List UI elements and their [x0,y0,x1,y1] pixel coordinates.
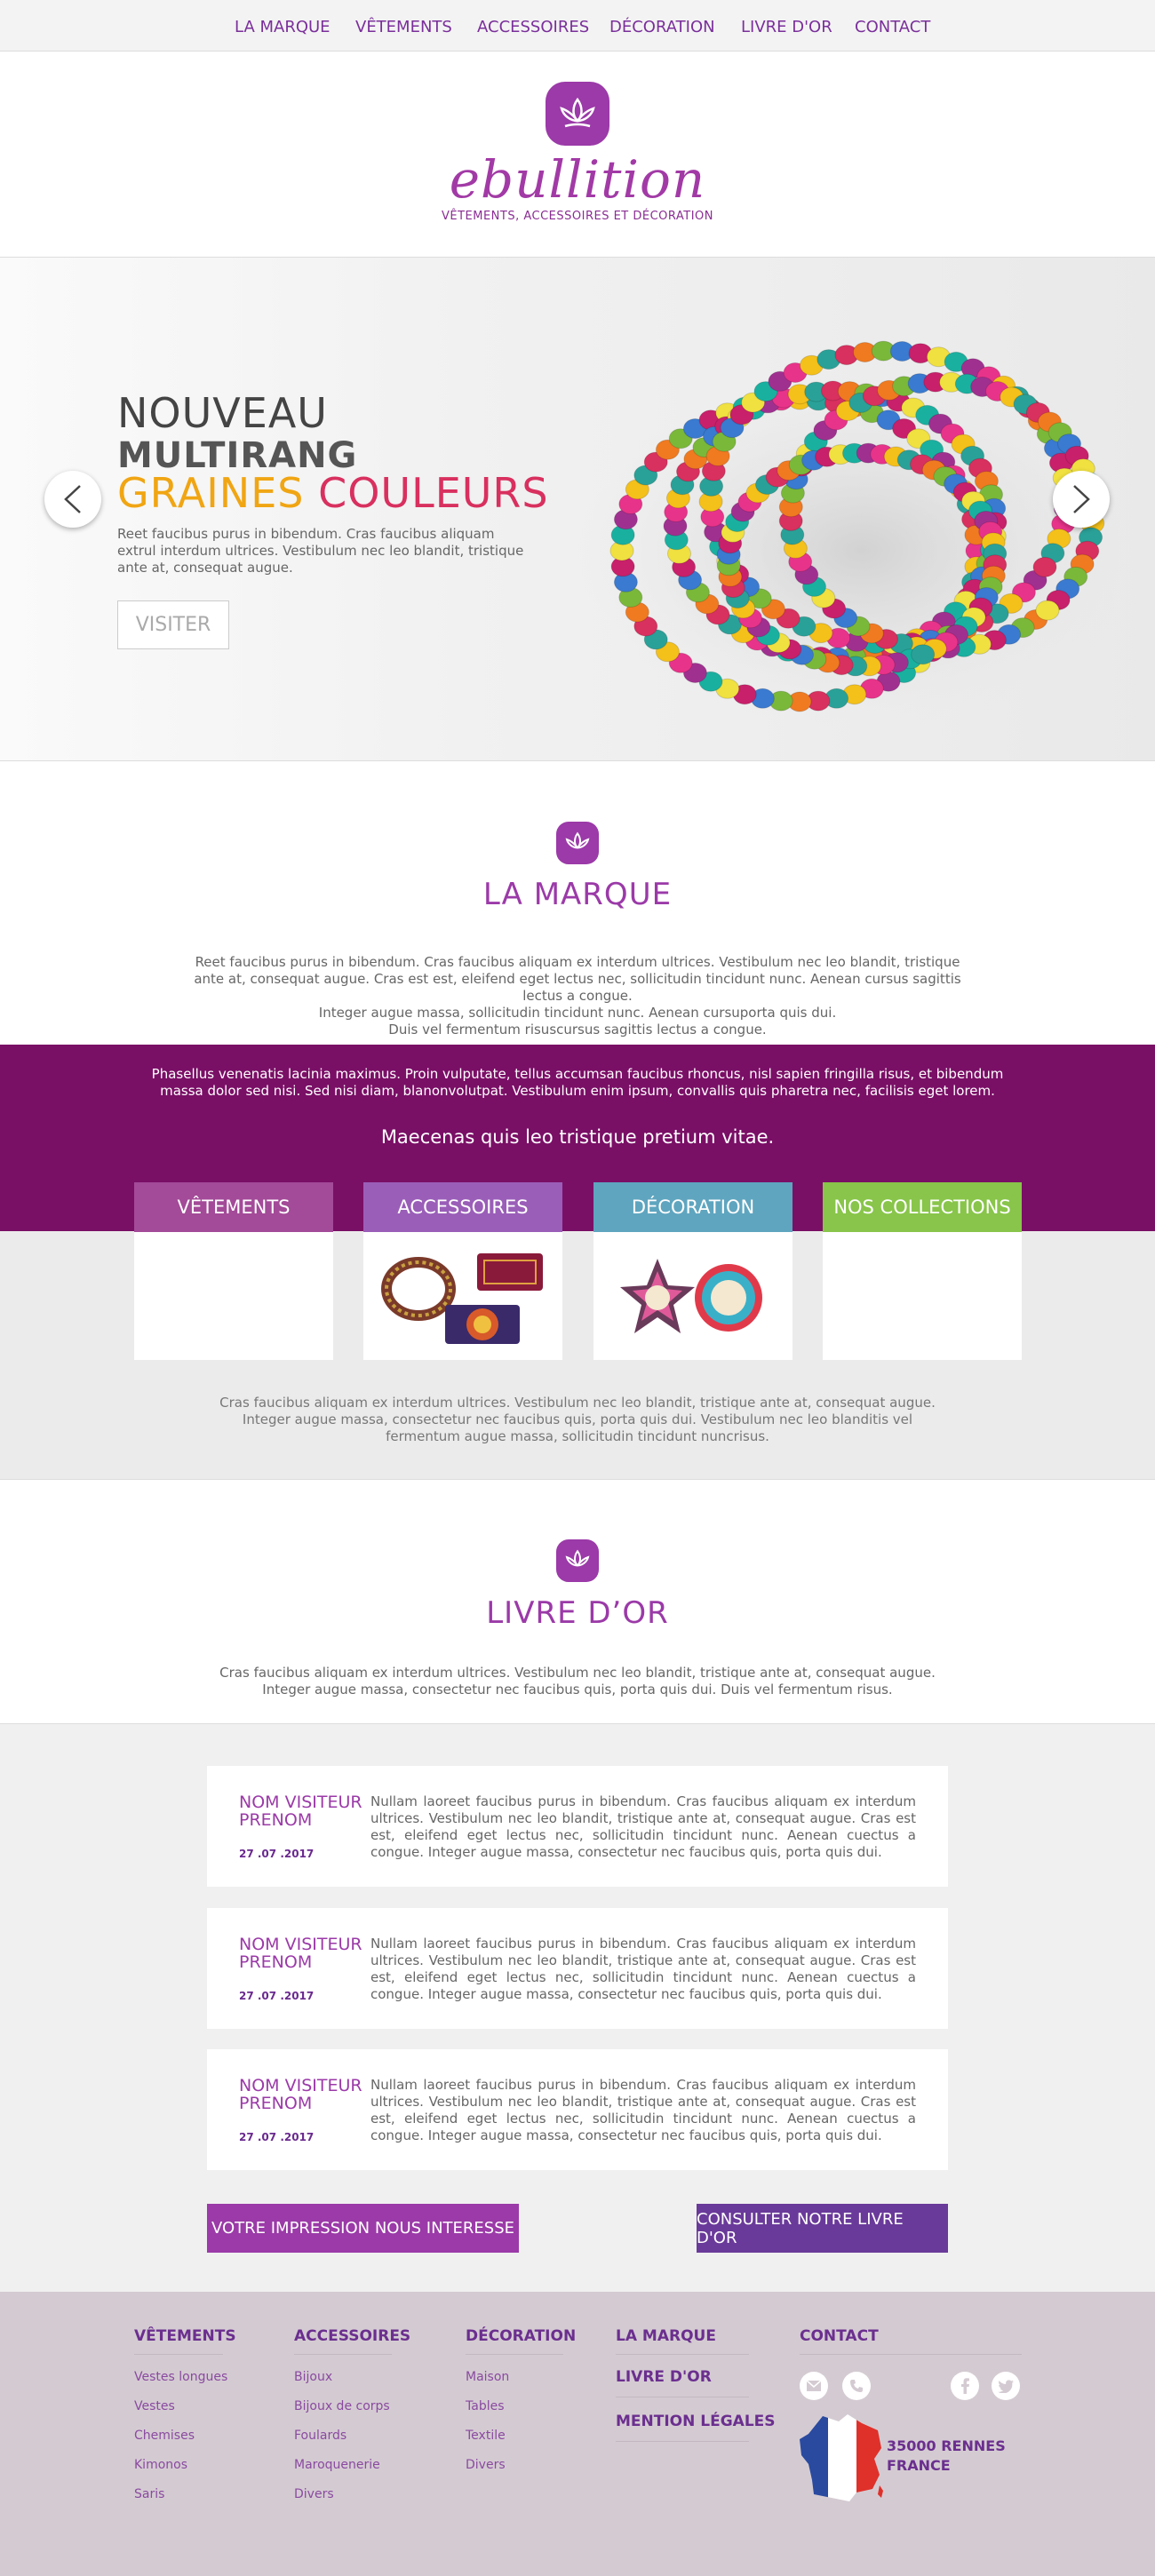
facebook-icon[interactable] [951,2372,979,2400]
bead [1032,556,1057,577]
nav-item-accessoires[interactable]: ACCESSOIRES [477,18,589,36]
la-marque-text-2: Integer augue massa, sollicitudin tincid… [318,1005,837,1021]
category-label-accessoires[interactable]: ACCESSOIRES [363,1182,562,1232]
bead [911,644,936,665]
top-navigation: LA MARQUE VÊTEMENTS ACCESSOIRES DÉCORATI… [0,0,1155,52]
nav-item-vetements[interactable]: VÊTEMENTS [355,18,452,36]
entry-date: 27 .07 .2017 [239,1990,315,2002]
hero-title-graines-couleurs: GRAINES COULEURS [117,469,549,517]
footer-link-livre-dor[interactable]: LIVRE D'OR [616,2368,712,2386]
footer-divider [616,2441,749,2442]
guestbook-entry: NOM VISITEUR PRENOM 27 .07 .2017 Nullam … [207,2049,948,2170]
prev-slide-button[interactable] [44,471,101,528]
entry-date: 27 .07 .2017 [239,1848,315,1860]
footer-divider [294,2354,392,2355]
bead [1035,600,1060,621]
hero-title-couleurs: COULEURS [318,469,549,517]
footer-link[interactable]: Maison [466,2370,509,2384]
next-slide-button[interactable] [1053,471,1110,528]
hero-slider: NOUVEAU MULTIRANG GRAINES COULEURS Reet … [0,258,1155,761]
entry-date: 27 .07 .2017 [239,2131,315,2143]
chevron-left-icon [64,485,81,513]
footer-link[interactable]: Kimonos [134,2458,187,2472]
visitor-name: NOM VISITEUR PRENOM [239,2076,362,2113]
brand-name[interactable]: ebullition [0,149,1155,210]
nav-item-livre-dor[interactable]: LIVRE D'OR [741,18,832,36]
visitor-name: NOM VISITEUR PRENOM [239,1935,362,1972]
footer-link[interactable]: Foulards [294,2429,346,2443]
visit-button[interactable]: VISITER [117,600,229,649]
brand-tagline: VÊTEMENTS, ACCESSOIRES ET DÉCORATION [441,210,714,223]
collections-subtitle: Maecenas quis leo tristique pretium vita… [380,1126,775,1148]
footer-heading-accessoires[interactable]: ACCESSOIRES [294,2327,410,2345]
lotus-logo-icon[interactable] [546,82,609,146]
footer-link[interactable]: Tables [466,2399,505,2413]
hero-description: Reet faucibus purus in bibendum. Cras fa… [117,526,524,576]
footer-link[interactable]: Maroquenerie [294,2458,380,2472]
footer-divider [466,2354,563,2355]
collections-text: Cras faucibus aliquam ex interdum ultric… [219,1395,936,1444]
la-marque-text-3: Duis vel fermentum risuscursus sagittis … [388,1022,767,1038]
footer-link[interactable]: Divers [294,2487,334,2501]
footer-heading-vetements[interactable]: VÊTEMENTS [134,2327,236,2345]
footer-divider [616,2354,749,2355]
site-footer: VÊTEMENTS Vestes longues Vestes Chemises… [0,2292,1155,2576]
footer-heading-decoration[interactable]: DÉCORATION [466,2327,576,2345]
entry-text: Nullam laoreet faucibus purus in bibendu… [370,1936,916,2002]
footer-link[interactable]: Chemises [134,2429,195,2443]
category-card-decoration[interactable]: DÉCORATION [593,1182,793,1360]
site-header: ebullition VÊTEMENTS, ACCESSOIRES ET DÉC… [0,52,1155,258]
contact-country: FRANCE [887,2457,951,2474]
footer-divider [800,2354,1022,2355]
collections-intro: Phasellus venenatis lacinia maximus. Pro… [151,1066,1004,1099]
footer-link[interactable]: Divers [466,2458,506,2472]
accessories-image [381,1253,543,1344]
category-card-nos-collections[interactable]: NOS COLLECTIONS [823,1182,1022,1360]
category-label-nos-collections[interactable]: NOS COLLECTIONS [823,1182,1022,1232]
view-guestbook-button[interactable]: CONSULTER NOTRE LIVRE D'OR [697,2204,948,2253]
hero-title-graines: GRAINES [117,469,305,517]
la-marque-text-1: Reet faucibus purus in bibendum. Cras fa… [194,954,961,1004]
entry-text: Nullam laoreet faucibus purus in bibendu… [370,2077,916,2143]
lotus-section-icon [556,822,599,864]
footer-link[interactable]: Bijoux [294,2370,332,2384]
entry-text: Nullam laoreet faucibus purus in bibendu… [370,1793,916,1860]
footer-link[interactable]: Vestes [134,2399,175,2413]
twitter-icon[interactable] [992,2372,1020,2400]
livre-dor-title: LIVRE D’OR [486,1595,669,1631]
footer-link[interactable]: Vestes longues [134,2370,227,2384]
phone-icon[interactable] [842,2372,871,2400]
chevron-right-icon [1073,485,1090,513]
visitor-name: NOM VISITEUR PRENOM [239,1793,362,1830]
mail-icon[interactable] [800,2372,828,2400]
footer-heading-contact[interactable]: CONTACT [800,2327,879,2345]
nav-item-la-marque[interactable]: LA MARQUE [235,18,331,36]
footer-link[interactable]: Saris [134,2487,164,2501]
la-marque-paragraph: Reet faucibus purus in bibendum. Cras fa… [187,954,968,1038]
footer-divider [134,2354,223,2355]
category-card-accessoires[interactable]: ACCESSOIRES [363,1182,562,1360]
footer-link-mentions-legales[interactable]: MENTION LÉGALES [616,2413,776,2430]
la-marque-title: LA MARQUE [482,877,673,912]
category-label-vetements[interactable]: VÊTEMENTS [134,1182,333,1232]
nav-item-contact[interactable]: CONTACT [855,18,930,36]
guestbook-entry: NOM VISITEUR PRENOM 27 .07 .2017 Nullam … [207,1908,948,2029]
decoration-image [620,1259,762,1333]
france-map-icon [800,2414,883,2501]
contact-city: 35000 RENNES [887,2437,1006,2454]
category-label-decoration[interactable]: DÉCORATION [593,1182,793,1232]
footer-link[interactable]: Textile [466,2429,506,2443]
category-card-vetements[interactable]: VÊTEMENTS [134,1182,333,1360]
write-review-button[interactable]: VOTRE IMPRESSION NOUS INTERESSE [207,2204,519,2253]
footer-link[interactable]: Bijoux de corps [294,2399,390,2413]
hero-title-nouveau: NOUVEAU [117,389,328,437]
nav-item-decoration[interactable]: DÉCORATION [609,18,715,36]
footer-link-la-marque[interactable]: LA MARQUE [616,2327,716,2345]
guestbook-entry: NOM VISITEUR PRENOM 27 .07 .2017 Nullam … [207,1766,948,1887]
livre-dor-text: Cras faucibus aliquam ex interdum ultric… [219,1665,936,1697]
lotus-section-icon-2 [556,1539,599,1582]
